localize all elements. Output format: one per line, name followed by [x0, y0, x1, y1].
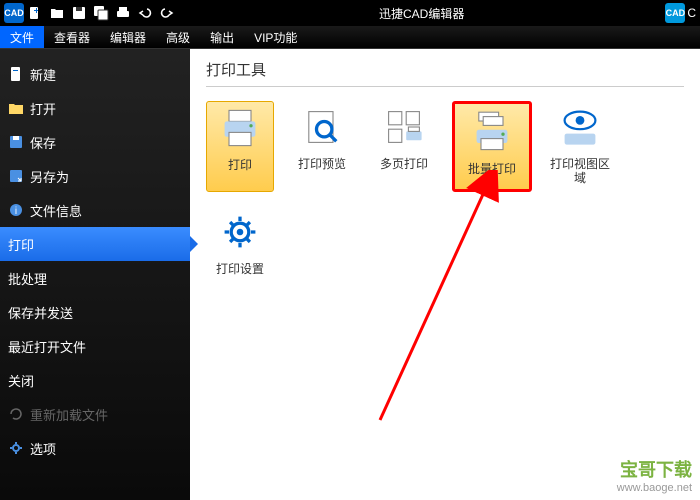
- app-logo-icon: CAD: [4, 3, 24, 23]
- sidebar-item-save[interactable]: 保存: [0, 125, 190, 159]
- printview-icon: [558, 105, 602, 149]
- sidebar-item-label: 打印: [8, 235, 34, 254]
- tool-label: 打印: [228, 158, 252, 172]
- tool-grid: 打印 打印预览 多页打印 批量打印 打印视图区域 打印设置: [206, 101, 684, 282]
- sidebar-item-label: 关闭: [8, 371, 34, 390]
- sidebar-item-recent[interactable]: 最近打开文件: [0, 329, 190, 363]
- floppy-icon: [8, 134, 24, 150]
- sidebar-item-label: 选项: [30, 439, 56, 458]
- multipage-icon: [382, 105, 426, 149]
- content-area: 打印工具 打印 打印预览 多页打印 批量打印 打印视图区域: [190, 49, 700, 500]
- saveas-icon: [8, 168, 24, 184]
- sidebar-item-label: 批处理: [8, 269, 47, 288]
- undo-icon[interactable]: [134, 2, 156, 24]
- info-icon: i: [8, 202, 24, 218]
- content-title: 打印工具: [206, 59, 684, 87]
- batchprint-icon: [470, 110, 514, 154]
- open-file-icon[interactable]: [46, 2, 68, 24]
- sidebar-item-info[interactable]: i 文件信息: [0, 193, 190, 227]
- reload-icon: [8, 406, 24, 422]
- sidebar-item-label: 文件信息: [30, 201, 82, 220]
- tool-multipage[interactable]: 多页打印: [370, 101, 438, 192]
- tool-print[interactable]: 打印: [206, 101, 274, 192]
- sidebar-item-new[interactable]: 新建: [0, 57, 190, 91]
- sidebar-item-label: 保存: [30, 133, 56, 152]
- title-suffix: C: [687, 6, 696, 20]
- sidebar-item-label: 保存并发送: [8, 303, 73, 322]
- printsettings-icon: [218, 210, 262, 254]
- print-icon[interactable]: [112, 2, 134, 24]
- sidebar-item-send[interactable]: 保存并发送: [0, 295, 190, 329]
- tab-viewer[interactable]: 查看器: [44, 26, 100, 48]
- folder-open-icon: [8, 100, 24, 116]
- tab-output[interactable]: 输出: [200, 26, 244, 48]
- window-title: 迅捷CAD编辑器: [178, 5, 665, 22]
- sidebar: 新建 打开 保存 另存为 i 文件信息 打印 批处理 保存并发送 最近打开文件 关…: [0, 49, 190, 500]
- new-file-icon[interactable]: [24, 2, 46, 24]
- sidebar-item-label: 打开: [30, 99, 56, 118]
- tool-label: 批量打印: [468, 162, 516, 176]
- tab-advanced[interactable]: 高级: [156, 26, 200, 48]
- titlebar: CAD 迅捷CAD编辑器 CAD C: [0, 0, 700, 26]
- gear-icon: [8, 440, 24, 456]
- tab-editor[interactable]: 编辑器: [100, 26, 156, 48]
- sidebar-item-print[interactable]: 打印: [0, 227, 190, 261]
- cad-badge-icon: CAD: [665, 3, 685, 23]
- main-area: 新建 打开 保存 另存为 i 文件信息 打印 批处理 保存并发送 最近打开文件 关…: [0, 49, 700, 500]
- tool-label: 打印预览: [298, 157, 346, 171]
- save-icon[interactable]: [68, 2, 90, 24]
- sidebar-item-label: 另存为: [30, 167, 69, 186]
- sidebar-item-label: 新建: [30, 65, 56, 84]
- tool-printview[interactable]: 打印视图区域: [546, 101, 614, 192]
- sidebar-item-label: 重新加载文件: [30, 405, 108, 424]
- tab-file[interactable]: 文件: [0, 26, 44, 48]
- tool-printsettings[interactable]: 打印设置: [206, 206, 274, 282]
- preview-icon: [300, 105, 344, 149]
- new-doc-icon: [8, 66, 24, 82]
- sidebar-item-options[interactable]: 选项: [0, 431, 190, 465]
- tool-label: 多页打印: [380, 157, 428, 171]
- tool-preview[interactable]: 打印预览: [288, 101, 356, 192]
- tool-label: 打印视图区域: [546, 157, 614, 186]
- tab-vip[interactable]: VIP功能: [244, 26, 307, 48]
- sidebar-item-reload: 重新加载文件: [0, 397, 190, 431]
- svg-text:i: i: [15, 206, 17, 217]
- sidebar-item-batch[interactable]: 批处理: [0, 261, 190, 295]
- sidebar-item-open[interactable]: 打开: [0, 91, 190, 125]
- redo-icon[interactable]: [156, 2, 178, 24]
- tool-label: 打印设置: [216, 262, 264, 276]
- sidebar-item-label: 最近打开文件: [8, 337, 86, 356]
- sidebar-item-close[interactable]: 关闭: [0, 363, 190, 397]
- tool-batchprint[interactable]: 批量打印: [452, 101, 532, 192]
- menubar: 文件 查看器 编辑器 高级 输出 VIP功能: [0, 26, 700, 49]
- save-all-icon[interactable]: [90, 2, 112, 24]
- printer-icon: [218, 106, 262, 150]
- sidebar-item-saveas[interactable]: 另存为: [0, 159, 190, 193]
